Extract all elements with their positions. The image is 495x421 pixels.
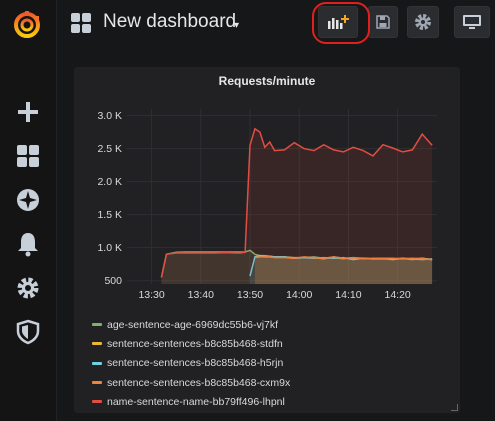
legend-label: age-sentence-age-6969dc55b6-vj7kf xyxy=(107,318,279,331)
view-mode-button[interactable] xyxy=(454,6,490,38)
legend-label: name-sentence-name-bb79ff496-lhpnl xyxy=(107,395,285,408)
save-dashboard-button[interactable] xyxy=(368,6,398,38)
legend-label: sentence-sentences-b8c85b468-h5rjn xyxy=(107,357,284,370)
requests-chart: 500 1.0 K 1.5 K 2.0 K 2.5 K 3.0 K 13:30 13:40 13… xyxy=(97,109,437,301)
legend-swatch xyxy=(92,400,102,404)
legend-label: sentence-sentences-b8c85b468-cxm9x xyxy=(107,376,291,389)
y-tick-label: 500 xyxy=(104,275,122,287)
legend-item[interactable]: sentence-sentences-b8c85b468-h5rjn xyxy=(92,354,290,373)
series-area xyxy=(161,128,433,284)
save-icon xyxy=(376,15,390,29)
explore-icon[interactable] xyxy=(14,186,42,214)
shield-icon[interactable] xyxy=(14,318,42,346)
chevron-down-icon[interactable]: ▾ xyxy=(234,20,239,31)
x-tick-label: 13:50 xyxy=(237,289,263,301)
dashboards-icon[interactable] xyxy=(14,142,42,170)
x-tick-label: 13:40 xyxy=(188,289,214,301)
tv-icon xyxy=(463,15,481,29)
x-tick-label: 14:00 xyxy=(286,289,312,301)
dashboard-settings-button[interactable] xyxy=(407,6,439,38)
legend-swatch xyxy=(92,323,102,327)
settings-icon xyxy=(415,14,431,30)
x-tick-label: 13:30 xyxy=(138,289,164,301)
sidebar xyxy=(0,0,57,421)
annotation-highlight-circle xyxy=(312,2,370,44)
grafana-logo[interactable] xyxy=(11,8,43,40)
dashboards-icon xyxy=(71,13,91,33)
x-tick-label: 14:20 xyxy=(384,289,410,301)
configuration-icon[interactable] xyxy=(14,274,42,302)
y-tick-label: 2.0 K xyxy=(97,176,122,188)
legend-item[interactable]: name-sentence-name-bb79ff496-lhpnl xyxy=(92,392,290,411)
plus-icon[interactable] xyxy=(14,98,42,126)
legend-swatch xyxy=(92,381,102,385)
chart-legend: age-sentence-age-6969dc55b6-vj7kf sentenc… xyxy=(92,315,290,411)
resize-handle-icon[interactable] xyxy=(451,404,458,411)
legend-item[interactable]: sentence-sentences-b8c85b468-cxm9x xyxy=(92,373,290,392)
y-tick-label: 1.5 K xyxy=(97,209,122,221)
y-tick-label: 3.0 K xyxy=(97,110,122,122)
legend-swatch xyxy=(92,361,102,365)
dashboard-title[interactable]: New dashboard xyxy=(103,11,236,33)
y-tick-label: 2.5 K xyxy=(97,143,122,155)
legend-label: sentence-sentences-b8c85b468-stdfn xyxy=(107,337,283,350)
alerting-icon[interactable] xyxy=(14,230,42,258)
y-tick-label: 1.0 K xyxy=(97,242,122,254)
dashboard-navbar: New dashboard ▾ xyxy=(56,0,495,46)
legend-swatch xyxy=(92,342,102,346)
x-tick-label: 14:10 xyxy=(335,289,361,301)
legend-item[interactable]: sentence-sentences-b8c85b468-stdfn xyxy=(92,334,290,353)
graph-panel[interactable]: Requests/minute 500 1.0 K 1.5 K 2.0 K 2.5 K3… xyxy=(74,67,460,413)
legend-item[interactable]: age-sentence-age-6969dc55b6-vj7kf xyxy=(92,315,290,334)
